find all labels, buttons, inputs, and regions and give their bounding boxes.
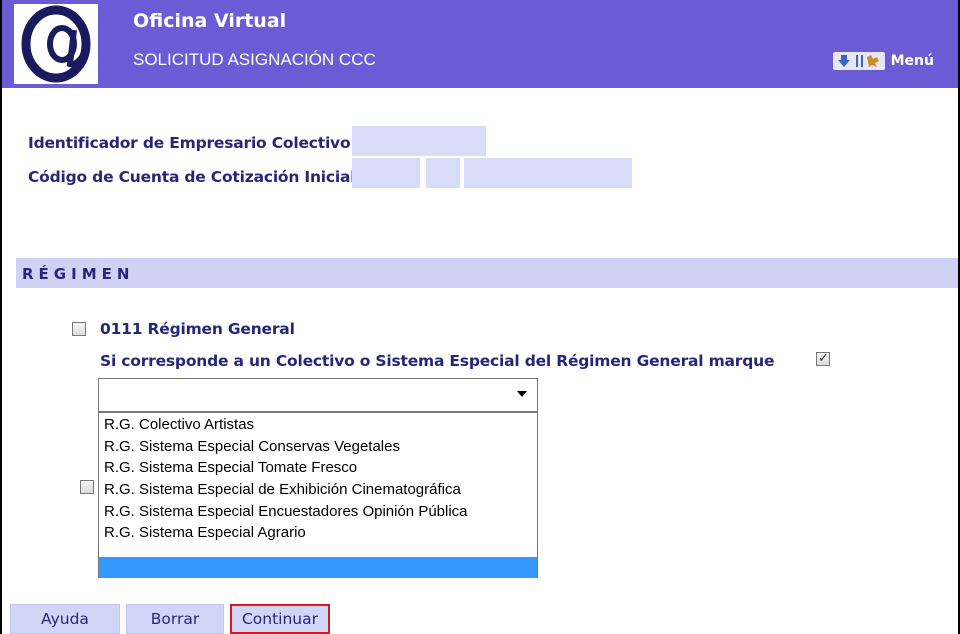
dropdown-option[interactable]: R.G. Sistema Especial Agrario bbox=[104, 524, 306, 541]
cuenta-label: Código de Cuenta de Cotización Inicial bbox=[28, 168, 356, 186]
ayuda-button[interactable]: Ayuda bbox=[10, 604, 120, 634]
colectivo-dropdown-list: R.G. Colectivo Artistas R.G. Sistema Esp… bbox=[98, 412, 538, 578]
chevron-down-icon bbox=[517, 391, 527, 397]
dropdown-option[interactable]: R.G. Sistema Especial Conservas Vegetale… bbox=[104, 438, 400, 455]
dropdown-option[interactable]: R.G. Sistema Especial de Exhibición Cine… bbox=[104, 481, 461, 498]
page-subtitle: SOLICITUD ASIGNACIÓN CCC bbox=[133, 50, 376, 69]
dropdown-option-highlight[interactable] bbox=[99, 557, 537, 578]
borrar-button[interactable]: Borrar bbox=[126, 604, 224, 634]
cuenta-field-part2 bbox=[426, 158, 460, 188]
regimen-section-header: RÉGIMEN bbox=[16, 258, 958, 288]
empresario-field bbox=[352, 126, 486, 156]
cuenta-field-part3 bbox=[464, 158, 632, 188]
colectivo-especial-question: Si corresponde a un Colectivo o Sistema … bbox=[100, 352, 775, 370]
at-sign-logo-icon bbox=[14, 4, 98, 84]
page-frame: Oficina Virtual SOLICITUD ASIGNACIÓN CCC… bbox=[0, 0, 960, 634]
dropdown-option[interactable]: R.G. Colectivo Artistas bbox=[104, 416, 254, 433]
regimen-general-checkbox[interactable] bbox=[72, 322, 86, 336]
section-title: RÉGIMEN bbox=[22, 265, 135, 283]
regimen-other-checkbox[interactable] bbox=[80, 480, 94, 494]
colectivo-select[interactable] bbox=[98, 378, 538, 412]
empresario-label: Identificador de Empresario Colectivo bbox=[28, 134, 351, 152]
app-header: Oficina Virtual SOLICITUD ASIGNACIÓN CCC… bbox=[2, 0, 958, 88]
regimen-general-label: 0111 Régimen General bbox=[100, 320, 295, 338]
dropdown-option[interactable]: R.G. Sistema Especial Encuestadores Opin… bbox=[104, 503, 468, 520]
dropdown-option[interactable]: R.G. Sistema Especial Tomate Fresco bbox=[104, 459, 357, 476]
app-title: Oficina Virtual bbox=[133, 10, 287, 32]
cuenta-field-part1 bbox=[352, 158, 420, 188]
menu-icon bbox=[832, 52, 885, 70]
menu-button[interactable]: Menú bbox=[832, 50, 934, 72]
settings-tools-icon bbox=[855, 55, 879, 67]
menu-label: Menú bbox=[890, 53, 934, 69]
colectivo-especial-checkbox[interactable] bbox=[816, 350, 830, 366]
continuar-button[interactable]: Continuar bbox=[230, 604, 330, 634]
arrow-down-icon bbox=[837, 55, 850, 67]
